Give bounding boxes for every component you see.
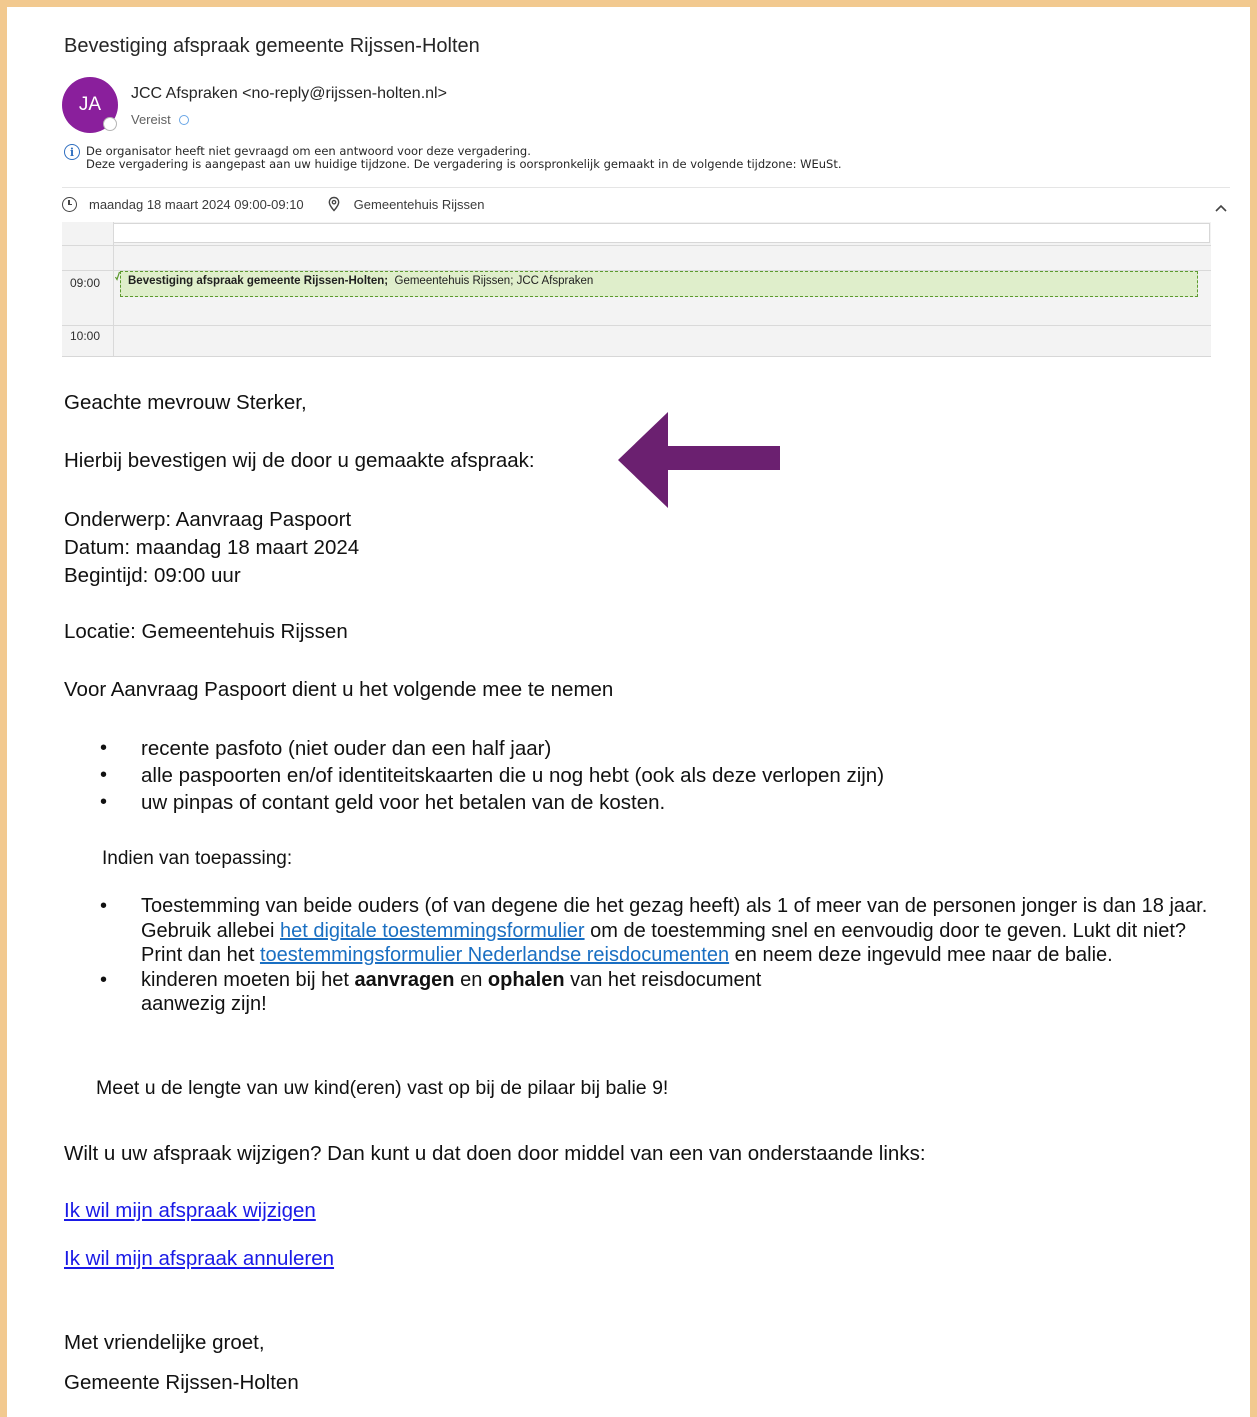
bring-items-list: recente pasfoto (niet ouder dan een half…: [100, 735, 884, 816]
meeting-location: Gemeentehuis Rijssen: [353, 196, 485, 212]
response-status-icon: [178, 114, 189, 125]
info-line-timezone: Deze vergadering is aangepast aan uw hui…: [86, 157, 842, 171]
calendar-event-title: Bevestiging afspraak gemeente Rijssen-Ho…: [128, 275, 389, 287]
children-bold-apply: aanvragen: [354, 968, 455, 991]
children-text-1: kinderen moeten bij het: [141, 968, 355, 991]
email-subject: Bevestiging afspraak gemeente Rijssen-Ho…: [64, 35, 480, 57]
consent-form-travel-documents-link[interactable]: toestemmingsformulier Nederlandse reisdo…: [260, 944, 729, 966]
appointment-date: Datum: maandag 18 maart 2024: [64, 536, 360, 559]
location-pin-icon: [328, 196, 340, 212]
children-bold-collect: ophalen: [487, 968, 565, 991]
meeting-datetime: maandag 18 maart 2024 09:00-09:10: [89, 196, 304, 212]
calendar-gridline: [62, 325, 1211, 326]
cancel-appointment-link[interactable]: Ik wil mijn afspraak annuleren: [64, 1247, 334, 1271]
appointment-subject: Onderwerp: Aanvraag Paspoort: [64, 508, 352, 531]
digital-consent-form-link[interactable]: het digitale toestemmingsformulier: [280, 920, 585, 942]
list-item: recente pasfoto (niet ouder dan een half…: [100, 735, 884, 762]
if-applicable-label: Indien van toepassing:: [102, 848, 293, 869]
calendar-event-details: Gemeentehuis Rijssen; JCC Afspraken: [394, 275, 594, 287]
conditional-list: Toestemming van beide ouders (of van deg…: [100, 894, 1220, 1017]
consent-text-3: en neem deze ingevuld mee naar de balie.: [729, 944, 1113, 966]
avatar-initials: JA: [78, 94, 102, 115]
calendar-gridline: [62, 245, 1211, 246]
appointment-time: Begintijd: 09:00 uur: [64, 564, 241, 587]
presence-status-icon: [103, 117, 117, 131]
change-appointment-link[interactable]: Ik wil mijn afspraak wijzigen: [64, 1199, 316, 1223]
arrow-left-icon: [618, 412, 780, 508]
list-item: alle paspoorten en/of identiteitskaarten…: [100, 762, 884, 789]
calendar-time-label: 10:00: [70, 329, 101, 343]
calendar-event[interactable]: Bevestiging afspraak gemeente Rijssen-Ho…: [120, 271, 1198, 297]
appointment-location: Locatie: Gemeentehuis Rijssen: [64, 620, 348, 643]
children-text-2: en: [454, 968, 488, 991]
calendar-time-label: 09:00: [70, 276, 101, 290]
measure-note: Meet u de lengte van uw kind(eren) vast …: [96, 1077, 669, 1099]
bring-items-intro: Voor Aanvraag Paspoort dient u het volge…: [64, 678, 614, 701]
meeting-info-bar: maandag 18 maart 2024 09:00-09:10 Gemeen…: [62, 194, 484, 214]
info-icon: i: [64, 144, 80, 160]
closing-greeting: Met vriendelijke groet,: [64, 1331, 265, 1354]
greeting: Geachte mevrouw Sterker,: [64, 391, 307, 414]
header-divider: [62, 187, 1230, 188]
list-item: uw pinpas of contant geld voor het betal…: [100, 789, 884, 816]
children-text-4: aanwezig zijn!: [141, 993, 267, 1015]
attendance-status: Vereist: [131, 112, 189, 127]
clock-icon: [62, 196, 77, 212]
intro-text: Hierbij bevestigen wij de door u gemaakt…: [64, 449, 535, 472]
list-item: Toestemming van beide ouders (of van deg…: [100, 894, 1220, 968]
calendar-time-divider: [113, 222, 114, 356]
attendance-label: Vereist: [131, 112, 171, 127]
calendar-allday-row: [113, 223, 1210, 243]
info-banner: De organisator heeft niet gevraagd om ee…: [86, 145, 842, 171]
sender-address[interactable]: JCC Afspraken <no-reply@rijssen-holten.n…: [131, 85, 447, 103]
appointment-details: Onderwerp: Aanvraag Paspoort Datum: maan…: [64, 506, 359, 590]
change-intro: Wilt u uw afspraak wijzigen? Dan kunt u …: [64, 1142, 926, 1165]
children-text-3: van het reisdocument: [564, 968, 762, 991]
signature: Gemeente Rijssen-Holten: [64, 1371, 299, 1394]
calendar-preview: 09:00 10:00 Bevestiging afspraak gemeent…: [62, 222, 1211, 357]
list-item: kinderen moeten bij het aanvragen en oph…: [100, 968, 1220, 1017]
chevron-up-icon[interactable]: [1214, 203, 1228, 213]
